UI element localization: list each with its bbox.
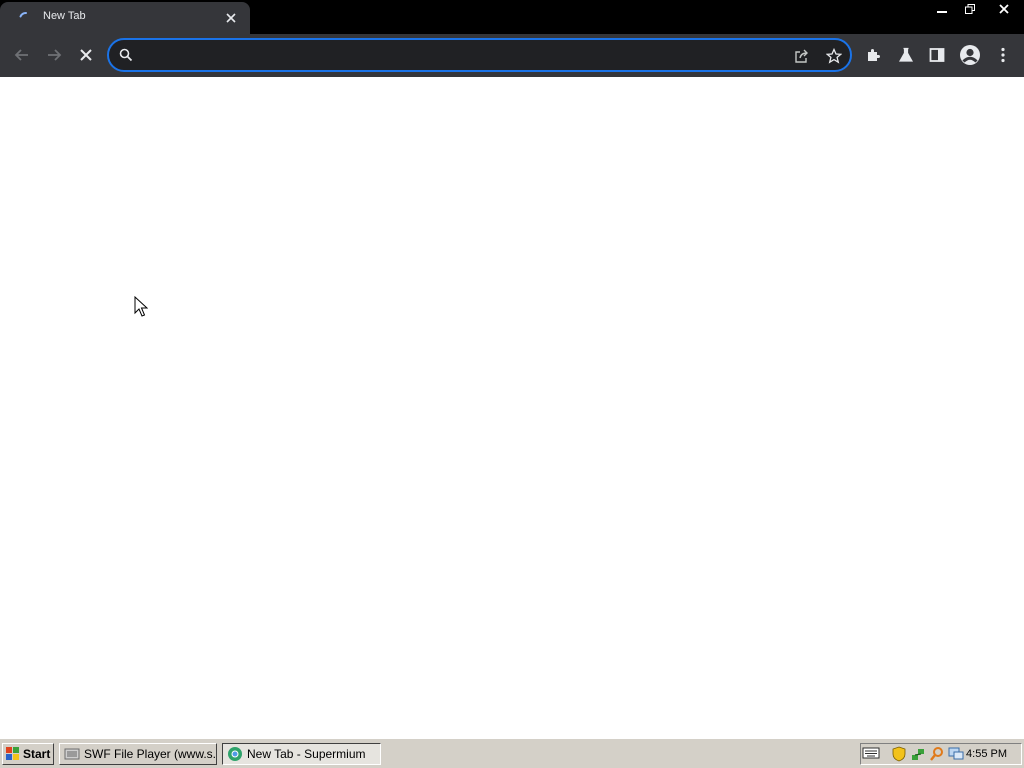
window-controls — [928, 0, 1024, 18]
display-icon[interactable] — [948, 746, 964, 762]
profile-button[interactable] — [955, 40, 985, 70]
tab-close-button[interactable] — [222, 9, 240, 27]
taskbar-item-label: New Tab - Supermium — [247, 747, 366, 761]
address-bar[interactable] — [107, 38, 852, 72]
side-panel-button[interactable] — [922, 40, 952, 70]
address-input[interactable] — [141, 44, 781, 66]
labs-flask-icon — [898, 47, 914, 62]
extensions-button[interactable] — [859, 40, 889, 70]
extensions-icon — [868, 49, 880, 61]
restore-icon — [965, 4, 975, 14]
tab-new-tab[interactable]: New Tab — [0, 2, 250, 34]
profile-icon — [960, 45, 980, 65]
forward-icon — [48, 49, 62, 61]
stop-loading-button[interactable] — [71, 40, 101, 70]
page-content[interactable] — [0, 77, 1024, 738]
menu-button[interactable] — [988, 40, 1018, 70]
close-icon — [226, 13, 236, 23]
supermium-icon — [228, 747, 242, 761]
bookmark-button[interactable] — [823, 45, 845, 67]
mouse-cursor-icon — [134, 296, 148, 317]
forward-button[interactable] — [39, 40, 69, 70]
back-icon — [14, 49, 28, 61]
security-shield-icon[interactable] — [891, 746, 907, 762]
close-window-button[interactable] — [984, 0, 1024, 18]
close-icon — [999, 4, 1009, 14]
share-button[interactable] — [791, 45, 813, 67]
menu-icon — [1001, 47, 1005, 63]
star-icon — [826, 48, 842, 64]
network-icon[interactable] — [910, 746, 926, 762]
clock: 4:55 PM — [966, 748, 1007, 760]
restore-button[interactable] — [956, 0, 984, 18]
minimize-icon — [937, 11, 947, 13]
keyboard-icon[interactable] — [862, 746, 880, 760]
back-button[interactable] — [7, 40, 37, 70]
search-tray-icon[interactable] — [929, 746, 945, 762]
side-panel-icon — [929, 48, 945, 62]
system-tray: 4:55 PM — [860, 743, 1022, 765]
taskbar-item-swf-player[interactable]: SWF File Player (www.s... — [59, 743, 217, 765]
search-icon — [119, 48, 133, 62]
labs-button[interactable] — [891, 40, 921, 70]
minimize-button[interactable] — [928, 0, 956, 18]
title-bar: New Tab — [0, 0, 1024, 34]
share-icon — [795, 49, 808, 63]
loading-spinner-icon — [19, 11, 27, 18]
browser-toolbar — [0, 34, 1024, 77]
taskbar-item-supermium[interactable]: New Tab - Supermium — [222, 743, 381, 765]
start-button[interactable]: Start — [2, 743, 54, 765]
swf-player-icon — [64, 748, 80, 760]
tab-title: New Tab — [43, 10, 86, 22]
start-label: Start — [23, 747, 51, 761]
stop-icon — [80, 49, 92, 61]
taskbar-item-label: SWF File Player (www.s... — [84, 747, 217, 761]
windows-logo-icon — [6, 747, 19, 760]
